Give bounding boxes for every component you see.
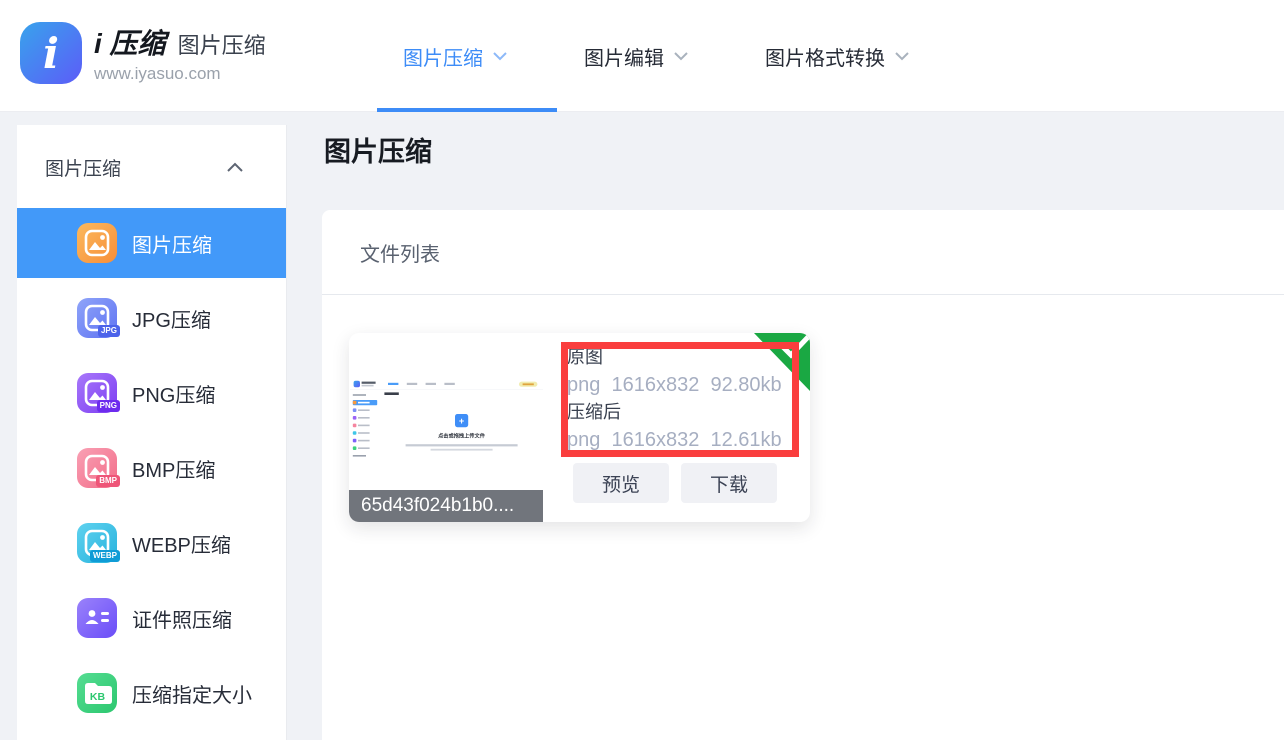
jpg-compress-icon: JPG bbox=[77, 298, 117, 338]
webp-compress-icon: WEBP bbox=[77, 523, 117, 563]
format-badge: JPG bbox=[98, 325, 120, 337]
sidebar-item-png-compress[interactable]: PNG PNG压缩 bbox=[17, 358, 286, 428]
sidebar-item-label: BMP压缩 bbox=[132, 454, 215, 483]
image-glyph-icon bbox=[77, 223, 117, 263]
sidebar-item-compress-to-size[interactable]: KB 压缩指定大小 bbox=[17, 658, 286, 728]
brand-domain: www.iyasuo.com bbox=[94, 64, 266, 84]
nav-item-image-compress[interactable]: 图片压缩 bbox=[403, 42, 508, 71]
id-photo-icon bbox=[77, 598, 117, 638]
compress-to-size-icon: KB bbox=[77, 673, 117, 713]
png-compress-icon: PNG bbox=[77, 373, 117, 413]
sidebar-item-label: JPG压缩 bbox=[132, 304, 211, 333]
sidebar-item-bmp-compress[interactable]: BMP BMP压缩 bbox=[17, 433, 286, 503]
thumbnail-mini-site: + 点击或拖拽上传文件 bbox=[350, 378, 543, 490]
nav-item-image-edit[interactable]: 图片编辑 bbox=[584, 42, 689, 71]
mini-page-title-bar bbox=[384, 392, 398, 395]
sidebar: 图片压缩 图片压缩 JPG J bbox=[17, 125, 287, 740]
kb-folder-glyph-icon: KB bbox=[77, 673, 117, 713]
brand-name: i 压缩 bbox=[94, 22, 166, 62]
compressed-info: png 1616x832 12.61kb bbox=[567, 425, 782, 455]
chevron-up-icon bbox=[226, 162, 244, 173]
sidebar-item-label: 压缩指定大小 bbox=[132, 679, 252, 708]
brand-text: i 压缩 图片压缩 www.iyasuo.com bbox=[94, 22, 266, 84]
mini-logo-text-bar bbox=[362, 385, 374, 387]
panel-title: 文件列表 bbox=[360, 238, 440, 267]
sidebar-list: 图片压缩 JPG JPG压缩 PNG P bbox=[17, 208, 286, 728]
sidebar-item-label: WEBP压缩 bbox=[132, 529, 231, 558]
download-button[interactable]: 下载 bbox=[681, 463, 777, 503]
top-nav: 图片压缩 图片编辑 图片格式转换 bbox=[403, 0, 910, 112]
brand-logo-icon: i bbox=[20, 22, 82, 84]
image-compress-icon bbox=[77, 223, 117, 263]
original-info: png 1616x832 92.80kb bbox=[567, 370, 782, 400]
file-actions: 预览 下载 bbox=[573, 463, 777, 503]
chevron-down-icon bbox=[673, 51, 689, 61]
nav-item-label: 图片编辑 bbox=[584, 42, 664, 71]
bmp-compress-icon: BMP bbox=[77, 448, 117, 488]
mini-nav bbox=[388, 383, 455, 385]
success-check-icon bbox=[754, 333, 810, 391]
file-name: 65d43f024b1b0.... bbox=[349, 490, 543, 522]
sidebar-item-webp-compress[interactable]: WEBP WEBP压缩 bbox=[17, 508, 286, 578]
chevron-down-icon bbox=[492, 51, 508, 61]
file-list-panel: 文件列表 bbox=[322, 210, 1284, 740]
format-badge: WEBP bbox=[90, 550, 120, 562]
nav-item-label: 图片压缩 bbox=[403, 42, 483, 71]
sidebar-item-id-photo-compress[interactable]: 证件照压缩 bbox=[17, 583, 286, 653]
id-card-glyph-icon bbox=[77, 598, 117, 638]
file-item-card: + 点击或拖拽上传文件 65d43f024b1b0.... 原图 png 161… bbox=[349, 333, 810, 522]
mini-main: + 点击或拖拽上传文件 bbox=[380, 390, 543, 490]
mini-sidebar bbox=[350, 390, 380, 490]
sidebar-group-label: 图片压缩 bbox=[45, 154, 121, 181]
app-header: i i 压缩 图片压缩 www.iyasuo.com 图片压缩 图片编辑 图片格… bbox=[0, 0, 1284, 112]
brand-subtitle: 图片压缩 bbox=[178, 28, 266, 60]
page-title: 图片压缩 bbox=[324, 130, 432, 169]
original-label: 原图 bbox=[567, 345, 782, 370]
format-badge: PNG bbox=[97, 400, 120, 412]
mini-logo-text-bar bbox=[362, 382, 376, 384]
brand-logo[interactable]: i i 压缩 图片压缩 www.iyasuo.com bbox=[20, 22, 266, 84]
compressed-label: 压缩后 bbox=[567, 400, 782, 425]
sidebar-item-label: 证件照压缩 bbox=[132, 604, 232, 633]
mini-desc-bar bbox=[406, 444, 518, 446]
sidebar-item-jpg-compress[interactable]: JPG JPG压缩 bbox=[17, 283, 286, 353]
nav-item-format-convert[interactable]: 图片格式转换 bbox=[765, 42, 910, 71]
file-thumbnail[interactable]: + 点击或拖拽上传文件 bbox=[350, 378, 543, 490]
mini-upload-text: 点击或拖拽上传文件 bbox=[438, 432, 485, 439]
svg-text:KB: KB bbox=[90, 691, 106, 703]
mini-desc-bar bbox=[431, 449, 493, 451]
sidebar-item-label: 图片压缩 bbox=[132, 229, 212, 258]
mini-upload-plus-icon: + bbox=[455, 414, 468, 427]
mini-login-button bbox=[519, 382, 537, 387]
chevron-down-icon bbox=[894, 51, 910, 61]
sidebar-item-image-compress[interactable]: 图片压缩 bbox=[17, 208, 286, 278]
mini-body: + 点击或拖拽上传文件 bbox=[350, 390, 543, 490]
sidebar-item-label: PNG压缩 bbox=[132, 379, 215, 408]
mini-header bbox=[350, 378, 543, 390]
sidebar-group-image-compress[interactable]: 图片压缩 bbox=[17, 143, 286, 191]
file-info: 原图 png 1616x832 92.80kb 压缩后 png 1616x832… bbox=[567, 345, 782, 457]
active-nav-underline bbox=[377, 108, 557, 112]
panel-header: 文件列表 bbox=[322, 210, 1284, 295]
nav-item-label: 图片格式转换 bbox=[765, 42, 885, 71]
preview-button[interactable]: 预览 bbox=[573, 463, 669, 503]
format-badge: BMP bbox=[96, 475, 120, 487]
mini-logo bbox=[354, 381, 360, 387]
